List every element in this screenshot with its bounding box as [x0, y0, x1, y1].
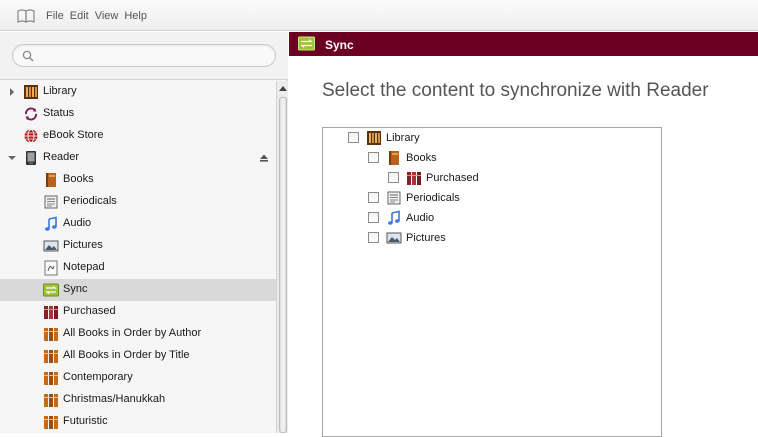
sidebar-item-label: Status — [43, 107, 75, 119]
sync-item-label: Books — [406, 152, 437, 164]
eject-icon[interactable] — [259, 154, 269, 162]
menu-edit[interactable]: Edit — [70, 10, 89, 22]
page-title: Select the content to synchronize with R… — [322, 80, 709, 101]
sync-checkbox[interactable] — [388, 172, 399, 183]
music-note-icon — [45, 216, 57, 231]
expand-arrow-icon[interactable] — [8, 88, 16, 96]
library-icon — [367, 131, 381, 145]
picture-icon — [43, 240, 59, 252]
collection-icon — [44, 394, 58, 407]
sidebar-item-collection-by-title[interactable]: All Books in Order by Title — [0, 345, 276, 367]
sidebar-item-label: Notepad — [63, 261, 105, 273]
purchased-books-icon — [407, 172, 421, 185]
sidebar-item-label: All Books in Order by Title — [63, 349, 190, 361]
search-input[interactable] — [39, 47, 269, 64]
sidebar-item-label: All Books in Order by Author — [63, 327, 202, 339]
sidebar-item-collection-christmas-hanukkah[interactable]: Christmas/Hanukkah — [0, 389, 276, 411]
search-box[interactable] — [12, 44, 276, 67]
sidebar-item-label: Audio — [63, 217, 92, 229]
sidebar-item-collection-by-author[interactable]: All Books in Order by Author — [0, 323, 276, 345]
sidebar-item-periodicals[interactable]: Periodicals — [0, 191, 276, 213]
section-title: Sync — [325, 38, 354, 52]
sidebar-item-purchased[interactable]: Purchased — [0, 301, 276, 323]
sidebar-item-collection-futuristic[interactable]: Futuristic — [0, 411, 276, 433]
sidebar-item-sync[interactable]: Sync — [0, 279, 276, 301]
sidebar-item-audio[interactable]: Audio — [0, 213, 276, 235]
scroll-up-arrow-icon[interactable] — [279, 85, 287, 91]
sidebar-item-books[interactable]: Books — [0, 169, 276, 191]
menu-file[interactable]: File — [46, 10, 64, 22]
menu-view[interactable]: View — [95, 10, 119, 22]
sidebar-item-notepad[interactable]: Notepad — [0, 257, 276, 279]
collection-icon — [44, 350, 58, 363]
sidebar-item-label: Pictures — [63, 239, 103, 251]
collection-icon — [44, 416, 58, 429]
collapse-arrow-icon[interactable] — [8, 154, 16, 162]
picture-icon — [386, 232, 402, 244]
reader-device-icon — [26, 151, 36, 165]
sidebar-item-label: Books — [63, 173, 94, 185]
sync-content-tree: Library Books Purchased Periodicals Audi… — [322, 127, 662, 437]
sidebar-tree: Library Status eBook Store Reader Books … — [0, 81, 276, 433]
sync-checkbox[interactable] — [368, 192, 379, 203]
notepad-icon — [44, 260, 58, 276]
periodical-icon — [44, 195, 58, 209]
sidebar-item-label: Periodicals — [63, 195, 117, 207]
sidebar-item-label: Sync — [63, 283, 88, 295]
open-book-icon[interactable] — [17, 9, 35, 23]
scrollbar-thumb[interactable] — [279, 97, 287, 433]
purchased-books-icon — [44, 306, 58, 319]
globe-icon — [24, 129, 38, 143]
sync-checkbox[interactable] — [368, 212, 379, 223]
sidebar-item-label: Library — [43, 85, 77, 97]
status-sync-icon — [25, 107, 37, 121]
sidebar-item-label: eBook Store — [43, 129, 104, 141]
sidebar-item-reader[interactable]: Reader — [0, 147, 276, 169]
search-icon — [22, 50, 34, 62]
sync-checkbox[interactable] — [368, 232, 379, 243]
sidebar-item-label: Christmas/Hanukkah — [63, 393, 166, 405]
sidebar-item-collection-contemporary[interactable]: Contemporary — [0, 367, 276, 389]
sync-checkbox[interactable] — [348, 132, 359, 143]
sidebar-item-pictures[interactable]: Pictures — [0, 235, 276, 257]
sync-checkbox[interactable] — [368, 152, 379, 163]
sidebar-scrollbar[interactable] — [276, 81, 288, 433]
sidebar-item-status[interactable]: Status — [0, 103, 276, 125]
sidebar-item-library[interactable]: Library — [0, 81, 276, 103]
periodical-icon — [387, 191, 401, 205]
sidebar-item-label: Contemporary — [63, 371, 133, 383]
sidebar: Library Status eBook Store Reader Books … — [0, 32, 288, 433]
sync-icon — [43, 283, 59, 297]
menu-help[interactable]: Help — [124, 10, 147, 22]
library-icon — [24, 85, 38, 99]
book-icon — [389, 151, 399, 165]
sidebar-item-label: Futuristic — [63, 415, 108, 427]
section-header: Sync — [289, 32, 758, 56]
sidebar-item-ebook-store[interactable]: eBook Store — [0, 125, 276, 147]
sync-item-label: Audio — [406, 212, 435, 224]
menu-bar: File Edit View Help — [0, 0, 758, 31]
search-area — [0, 32, 288, 80]
collection-icon — [44, 372, 58, 385]
sync-item-label: Pictures — [406, 232, 446, 244]
music-note-icon — [388, 210, 400, 225]
sync-item-label: Library — [386, 132, 420, 144]
book-icon — [46, 173, 56, 187]
sync-icon — [298, 36, 315, 51]
collection-icon — [44, 328, 58, 341]
main-panel: Sync Select the content to synchronize w… — [289, 32, 758, 437]
sidebar-item-label: Purchased — [63, 305, 116, 317]
sync-item-label: Periodicals — [406, 192, 460, 204]
sidebar-item-label: Reader — [43, 151, 80, 163]
sync-item-label: Purchased — [426, 172, 479, 184]
